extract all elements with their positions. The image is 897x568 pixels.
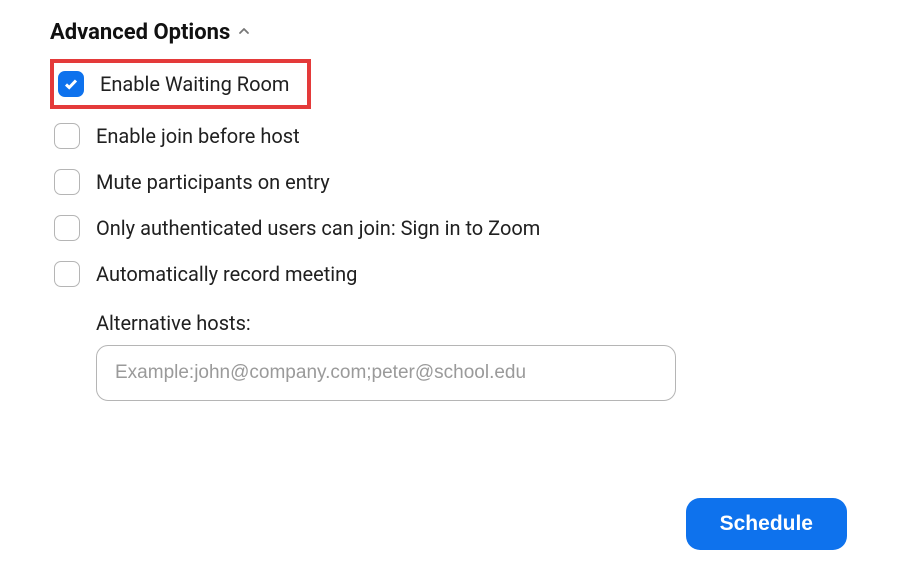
alternative-hosts-input[interactable] [96, 345, 676, 401]
alternative-hosts-section: Alternative hosts: [96, 311, 847, 401]
auto-record-checkbox[interactable] [54, 261, 80, 287]
auth-users-label[interactable]: Only authenticated users can join: Sign … [96, 216, 540, 240]
option-auto-record: Automatically record meeting [50, 251, 847, 297]
mute-on-entry-label[interactable]: Mute participants on entry [96, 170, 330, 194]
waiting-room-checkbox[interactable] [58, 71, 84, 97]
advanced-options-toggle[interactable]: Advanced Options [50, 20, 847, 45]
option-waiting-room: Enable Waiting Room [50, 59, 311, 109]
check-icon [63, 76, 79, 92]
join-before-host-label[interactable]: Enable join before host [96, 124, 300, 148]
mute-on-entry-checkbox[interactable] [54, 169, 80, 195]
auto-record-label[interactable]: Automatically record meeting [96, 262, 357, 286]
option-auth-users: Only authenticated users can join: Sign … [50, 205, 847, 251]
section-title: Advanced Options [50, 20, 230, 45]
option-join-before-host: Enable join before host [50, 113, 847, 159]
waiting-room-label[interactable]: Enable Waiting Room [100, 72, 289, 96]
auth-users-checkbox[interactable] [54, 215, 80, 241]
alternative-hosts-label: Alternative hosts: [96, 311, 847, 335]
schedule-button[interactable]: Schedule [686, 498, 847, 550]
chevron-up-icon [238, 25, 250, 41]
join-before-host-checkbox[interactable] [54, 123, 80, 149]
option-mute-on-entry: Mute participants on entry [50, 159, 847, 205]
